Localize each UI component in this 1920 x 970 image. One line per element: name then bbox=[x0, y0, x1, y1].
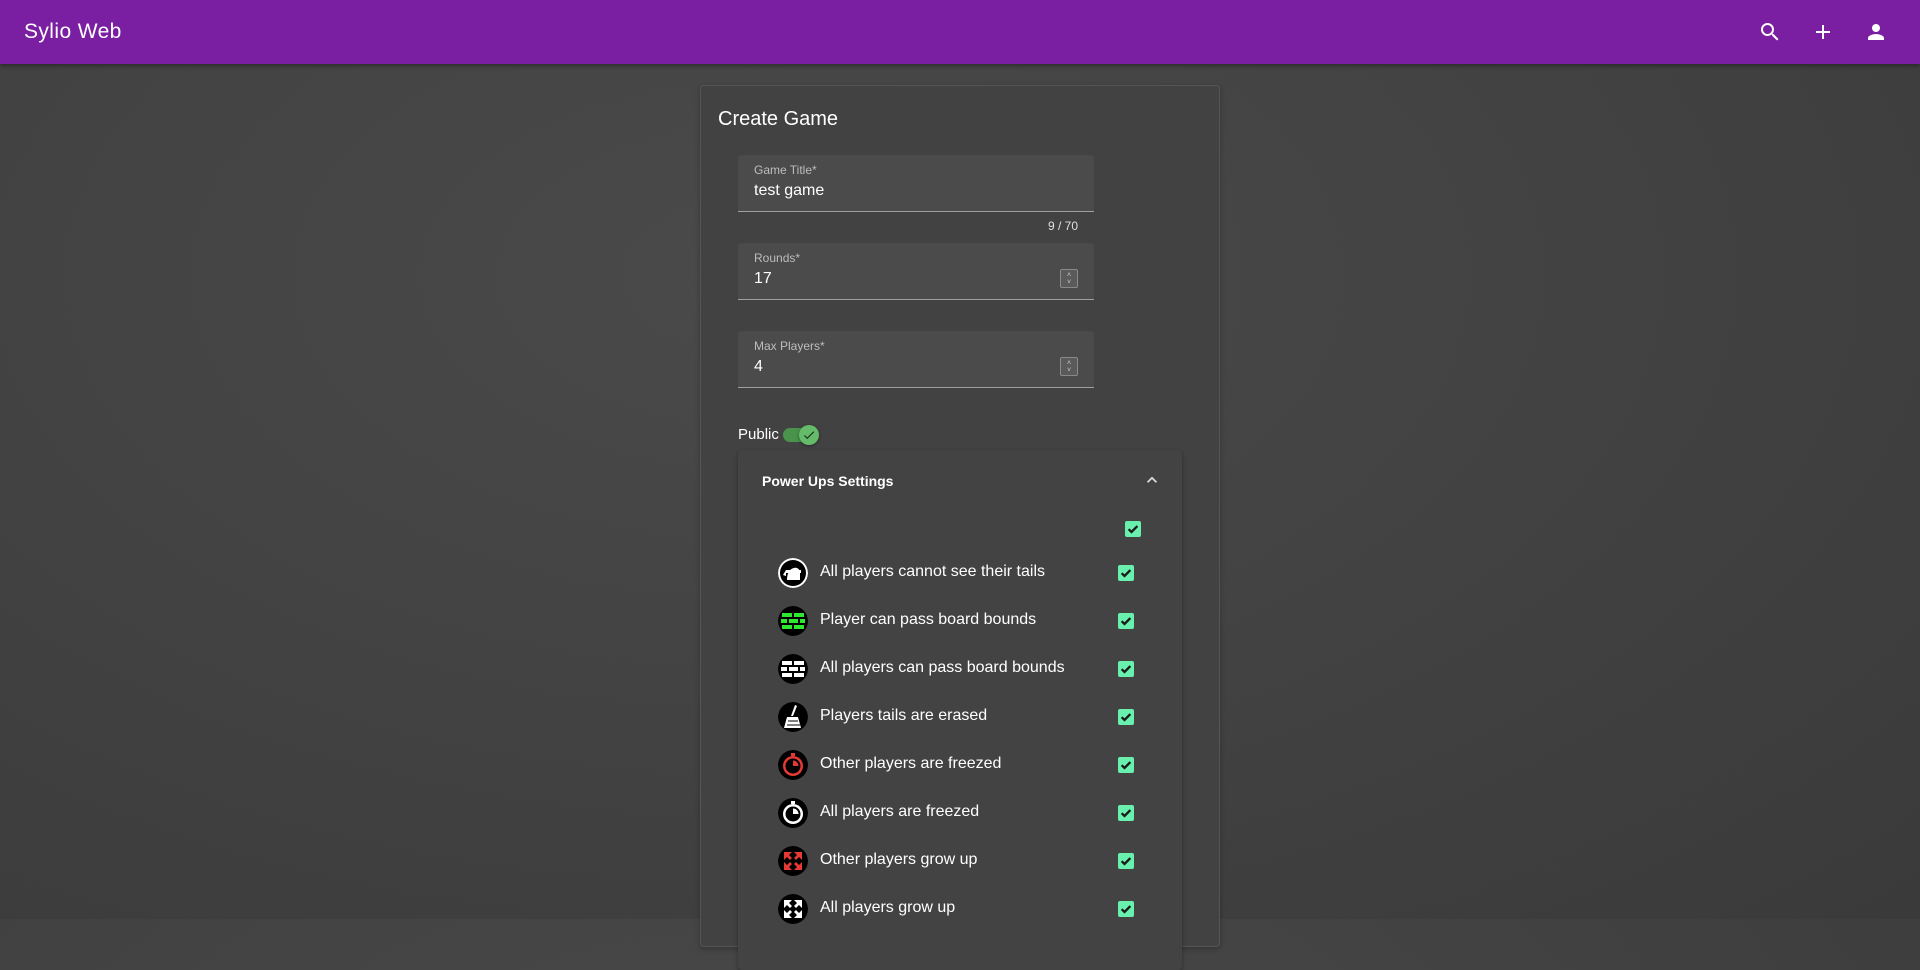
checkmark-icon bbox=[1120, 617, 1132, 626]
rounds-stepper[interactable]: ˄ ˅ bbox=[1060, 269, 1078, 288]
top-app-bar: Sylio Web bbox=[0, 0, 1920, 64]
white-stopwatch-icon bbox=[778, 798, 808, 828]
create-game-card: Create Game Game Title* test game 9 / 70… bbox=[700, 85, 1220, 970]
power-up-checkbox[interactable] bbox=[1118, 565, 1134, 581]
select-all-checkbox[interactable] bbox=[1125, 521, 1141, 537]
power-up-label: All players grow up bbox=[820, 899, 956, 916]
broom-icon bbox=[778, 702, 808, 732]
power-up-row: Other players grow up bbox=[778, 841, 1148, 881]
green-wall-icon bbox=[778, 606, 808, 636]
white-wall-icon bbox=[778, 654, 808, 684]
search-button[interactable] bbox=[1743, 0, 1796, 64]
character-counter: 9 / 70 bbox=[1047, 219, 1078, 233]
power-up-checkbox[interactable] bbox=[1118, 805, 1134, 821]
checkmark-icon bbox=[1120, 857, 1132, 866]
game-title-field[interactable]: Game Title* test game 9 / 70 bbox=[738, 155, 1094, 233]
white-expand-icon bbox=[778, 894, 808, 924]
max-players-input[interactable]: 4 bbox=[754, 358, 763, 376]
red-expand-icon bbox=[778, 846, 808, 876]
game-title-input[interactable]: test game bbox=[754, 182, 824, 200]
chevron-up-icon[interactable]: ˄ bbox=[1067, 272, 1071, 279]
game-title-label: Game Title* bbox=[754, 163, 817, 177]
rounds-label: Rounds* bbox=[754, 251, 801, 265]
power-up-row: All players cannot see their tails bbox=[778, 553, 1148, 593]
power-up-label: All players cannot see their tails bbox=[820, 563, 1045, 580]
checkmark-icon bbox=[1120, 569, 1132, 578]
add-icon bbox=[1815, 25, 1830, 39]
max-players-field[interactable]: Max Players* 4 ˄ ˅ bbox=[738, 331, 1094, 388]
power-up-label: Other players are freezed bbox=[820, 755, 1002, 772]
power-up-checkbox[interactable] bbox=[1118, 709, 1134, 725]
power-up-row: All players grow up bbox=[778, 889, 1148, 929]
rounds-input[interactable]: 17 bbox=[754, 270, 772, 288]
power-up-row: All players are freezed bbox=[778, 793, 1148, 833]
public-toggle[interactable] bbox=[782, 425, 819, 445]
checkmark-icon bbox=[1120, 905, 1132, 914]
toggle-thumb[interactable] bbox=[798, 425, 819, 445]
chevron-up-icon[interactable]: ˄ bbox=[1067, 360, 1071, 367]
power-up-label: Other players grow up bbox=[820, 851, 978, 868]
max-players-stepper[interactable]: ˄ ˅ bbox=[1060, 357, 1078, 376]
power-up-checkbox[interactable] bbox=[1118, 901, 1134, 917]
public-label: Public bbox=[738, 425, 779, 443]
power-up-checkbox[interactable] bbox=[1118, 661, 1134, 677]
power-ups-panel-header[interactable]: Power Ups Settings bbox=[738, 450, 1182, 514]
add-button[interactable] bbox=[1796, 0, 1849, 64]
chevron-down-icon[interactable]: ˅ bbox=[1067, 279, 1071, 286]
check-icon bbox=[803, 431, 815, 440]
red-stopwatch-icon bbox=[778, 750, 808, 780]
power-ups-panel: Power Ups Settings All players cannot se… bbox=[738, 450, 1182, 970]
power-up-label: All players can pass board bounds bbox=[820, 659, 1065, 676]
toolbar-actions bbox=[1743, 0, 1902, 64]
chevron-down-icon[interactable]: ˅ bbox=[1067, 367, 1071, 374]
power-up-row: Players tails are erased bbox=[778, 697, 1148, 737]
power-up-row: Other players are freezed bbox=[778, 745, 1148, 785]
power-up-label: All players are freezed bbox=[820, 803, 980, 820]
search-icon bbox=[1760, 23, 1778, 41]
chevron-up-icon[interactable] bbox=[1142, 470, 1162, 490]
public-toggle-row: Public bbox=[738, 419, 819, 449]
account-icon bbox=[1867, 24, 1884, 40]
checkmark-icon bbox=[1120, 761, 1132, 770]
checkmark-icon bbox=[1120, 665, 1132, 674]
checkmark-icon bbox=[1120, 809, 1132, 818]
max-players-label: Max Players* bbox=[754, 339, 825, 353]
checkmark-icon bbox=[1120, 713, 1132, 722]
power-up-label: Player can pass board bounds bbox=[820, 611, 1037, 628]
power-up-checkbox[interactable] bbox=[1118, 757, 1134, 773]
card-title: Create Game bbox=[718, 108, 839, 130]
power-up-row: All players can pass board bounds bbox=[778, 649, 1148, 689]
account-button[interactable] bbox=[1849, 0, 1902, 64]
power-up-checkbox[interactable] bbox=[1118, 853, 1134, 869]
blindfold-icon bbox=[778, 558, 808, 588]
power-ups-title: Power Ups Settings bbox=[762, 473, 894, 489]
checkmark-icon bbox=[1127, 525, 1139, 534]
rounds-field[interactable]: Rounds* 17 ˄ ˅ bbox=[738, 243, 1094, 300]
power-up-row: Player can pass board bounds bbox=[778, 601, 1148, 641]
power-up-label: Players tails are erased bbox=[820, 707, 988, 724]
power-up-checkbox[interactable] bbox=[1118, 613, 1134, 629]
app-title[interactable]: Sylio Web bbox=[24, 20, 122, 44]
